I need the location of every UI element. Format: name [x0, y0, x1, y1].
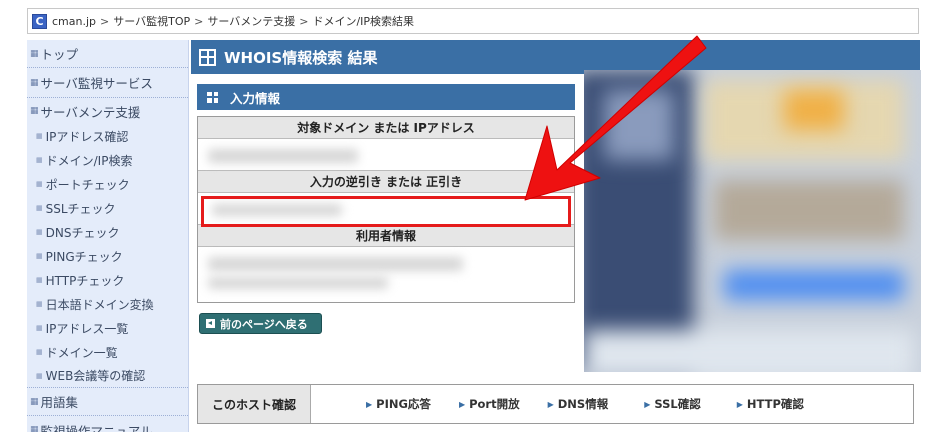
user-info-value: [198, 247, 574, 301]
link-label: Port開放: [469, 397, 520, 411]
link-http[interactable]: ▶ HTTP確認: [737, 396, 804, 412]
grid-bullet-icon: ▦: [30, 48, 39, 59]
page-title-bar: WHOIS情報検索 結果: [191, 40, 920, 74]
sidebar-item-label: トップ: [40, 47, 79, 62]
grid-bullet-icon: ▦: [36, 371, 43, 380]
triangle-right-icon: ▶: [458, 399, 466, 409]
sidebar-item-label: 監視操作マニュアル: [40, 423, 153, 432]
triangle-right-icon: ▶: [547, 399, 554, 409]
sidebar-item-label: PINGチェック: [45, 249, 123, 264]
grid-bullet-icon: ▦: [36, 180, 43, 188]
user-info-header: 利用者情報: [198, 225, 574, 247]
triangle-right-icon: ▶: [366, 399, 373, 409]
section-header-input-info: 入力情報: [197, 84, 575, 110]
link-label: DNS情報: [557, 397, 609, 411]
breadcrumb-item-monitor-top[interactable]: サーバ監視TOP: [113, 13, 190, 29]
sidebar-item-manual[interactable]: ▦ 監視操作マニュアル: [27, 416, 188, 432]
grid-bullet-icon: ▦: [36, 276, 43, 284]
grid-bullet-icon: ▦: [36, 300, 43, 308]
grid-bullet-icon: ▦: [36, 132, 43, 140]
sidebar-item-monitor[interactable]: ▦ サーバ監視サービス: [27, 68, 188, 98]
sidebar-item-label: 日本語ドメイン変換: [45, 297, 154, 312]
sidebar-item-label: ドメイン/IP検索: [45, 153, 133, 168]
grid-bullet-icon: ▦: [36, 252, 43, 260]
sidebar-item-glossary[interactable]: ▦ 用語集: [27, 388, 188, 416]
link-label: SSL確認: [654, 397, 701, 411]
site-logo-icon[interactable]: C: [32, 13, 47, 29]
sidebar-item-label: サーバメンテ支援: [40, 104, 141, 120]
sidebar: ▦ トップ ▦ サーバ監視サービス ▦ サーバメンテ支援 ▦ IPアドレス確認 ▦…: [27, 40, 189, 432]
reverse-lookup-header: 入力の逆引き または 正引き: [198, 171, 574, 193]
sidebar-item-top[interactable]: ▦ トップ: [27, 40, 188, 68]
link-label: HTTP確認: [746, 397, 804, 411]
breadcrumb-item-home[interactable]: cman.jp: [52, 15, 96, 28]
blur-shape: [714, 180, 904, 240]
breadcrumb-item-maint[interactable]: サーバメンテ支援: [207, 13, 295, 29]
sidebar-item-maint[interactable]: ▦ サーバメンテ支援: [27, 98, 188, 124]
section-title: 入力情報: [230, 90, 281, 106]
breadcrumb-separator: >: [299, 14, 309, 28]
link-port[interactable]: ▶ Port開放: [459, 396, 520, 412]
grid-icon: [207, 91, 218, 103]
host-confirm-label: このホスト確認: [198, 385, 311, 423]
back-button[interactable]: 前のページへ戻る: [199, 313, 322, 334]
redacted-value: [208, 277, 388, 289]
sidebar-item-label: DNSチェック: [45, 225, 120, 240]
grid-bullet-icon: ▦: [36, 348, 43, 356]
sidebar-item-jp-domain[interactable]: ▦ 日本語ドメイン変換: [27, 292, 188, 316]
blur-shape: [784, 90, 844, 130]
sidebar-item-dns-check[interactable]: ▦ DNSチェック: [27, 220, 188, 244]
link-ssl[interactable]: ▶ SSL確認: [644, 396, 701, 412]
sidebar-item-web-meeting[interactable]: ▦ WEB会議等の確認: [27, 364, 188, 388]
blur-shape: [584, 330, 914, 372]
breadcrumb-item-current: ドメイン/IP検索結果: [312, 15, 415, 28]
sidebar-item-ip-list[interactable]: ▦ IPアドレス一覧: [27, 316, 188, 340]
blurred-ad-panel: [584, 70, 921, 372]
sidebar-item-ip-check[interactable]: ▦ IPアドレス確認: [27, 124, 188, 148]
grid-bullet-icon: ▦: [30, 425, 39, 432]
sidebar-item-http-check[interactable]: ▦ HTTPチェック: [27, 268, 188, 292]
back-button-label: 前のページへ戻る: [220, 317, 308, 331]
sidebar-item-ssl-check[interactable]: ▦ SSLチェック: [27, 196, 188, 220]
grid-bullet-icon: ▦: [36, 228, 43, 236]
target-domain-header: 対象ドメイン または IPアドレス: [198, 117, 574, 139]
page-title: WHOIS情報検索 結果: [224, 48, 378, 67]
sidebar-item-label: ドメイン一覧: [45, 345, 118, 360]
breadcrumb: C cman.jp > サーバ監視TOP > サーバメンテ支援 > ドメイン/I…: [27, 8, 919, 34]
sidebar-item-domain-list[interactable]: ▦ ドメイン一覧: [27, 340, 188, 364]
sidebar-item-label: ポートチェック: [45, 177, 130, 192]
grid-bullet-icon: ▦: [36, 156, 43, 164]
grid-bullet-icon: ▦: [36, 324, 43, 332]
sidebar-item-label: IPアドレス確認: [45, 129, 129, 144]
grid-bullet-icon: ▦: [30, 396, 39, 407]
grid-bullet-icon: ▦: [36, 204, 43, 212]
sidebar-item-label: IPアドレス一覧: [45, 321, 129, 336]
link-label: PING応答: [376, 397, 431, 411]
sidebar-item-port-check[interactable]: ▦ ポートチェック: [27, 172, 188, 196]
redacted-value: [208, 149, 358, 163]
sidebar-item-label: SSLチェック: [45, 201, 116, 216]
breadcrumb-separator: >: [194, 14, 204, 28]
highlight-box: [201, 196, 571, 227]
breadcrumb-separator: >: [100, 14, 110, 28]
blur-shape: [724, 270, 904, 300]
sidebar-item-label: WEB会議等の確認: [45, 369, 146, 383]
sidebar-item-label: HTTPチェック: [45, 273, 125, 288]
back-icon: [206, 319, 215, 328]
sidebar-item-label: 用語集: [40, 395, 79, 410]
redacted-value: [208, 257, 463, 271]
link-dns[interactable]: ▶ DNS情報: [548, 396, 609, 412]
target-domain-value: [198, 139, 574, 171]
sidebar-item-label: サーバ監視サービス: [40, 76, 153, 91]
grid-bullet-icon: ▦: [30, 77, 39, 88]
window-grid-icon: [199, 48, 216, 66]
sidebar-item-domain-search[interactable]: ▦ ドメイン/IP検索: [27, 148, 188, 172]
triangle-right-icon: ▶: [736, 399, 743, 409]
sidebar-item-ping-check[interactable]: ▦ PINGチェック: [27, 244, 188, 268]
triangle-right-icon: ▶: [644, 399, 651, 409]
host-confirm-bar: このホスト確認 ▶ PING応答 ▶ Port開放 ▶ DNS情報 ▶ SSL確…: [197, 384, 914, 424]
grid-bullet-icon: ▦: [30, 106, 39, 116]
link-ping[interactable]: ▶ PING応答: [366, 396, 431, 412]
blur-shape: [604, 90, 674, 160]
